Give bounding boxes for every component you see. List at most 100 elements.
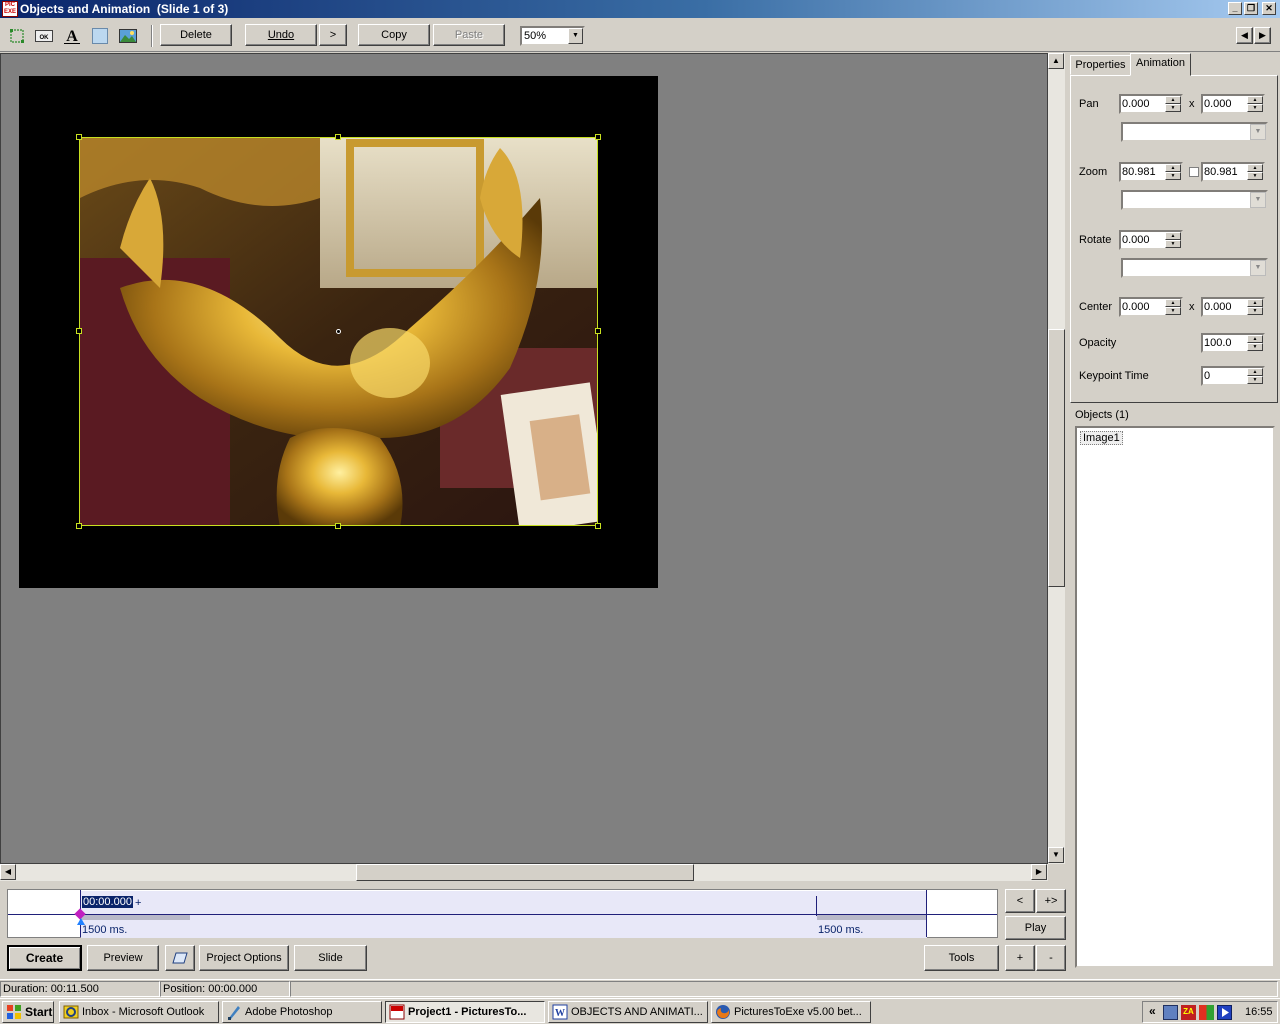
taskbar-item-word-document[interactable]: W OBJECTS AND ANIMATI... — [548, 1001, 708, 1023]
minimize-button[interactable]: _ — [1228, 2, 1242, 15]
pan-y-spinner[interactable]: ▲ ▼ — [1247, 96, 1263, 112]
status-duration: Duration: 00:11.500 — [0, 981, 160, 997]
prev-slide-button[interactable]: ◀ — [1236, 27, 1253, 44]
remove-keypoint-button[interactable]: - — [1036, 945, 1066, 971]
delete-button[interactable]: Delete — [160, 24, 232, 46]
create-button[interactable]: Create — [7, 945, 82, 971]
vertical-scroll-thumb[interactable] — [1048, 329, 1065, 587]
vertical-scrollbar[interactable]: ▲ ▼ — [1048, 53, 1065, 864]
resize-handle-w[interactable] — [76, 328, 82, 334]
play-button[interactable]: Play — [1005, 916, 1066, 940]
ok-button-icon[interactable]: OK — [35, 27, 53, 45]
scroll-right-icon[interactable]: ▶ — [1031, 864, 1047, 880]
pan-x-input[interactable]: 0.000 ▲ ▼ — [1119, 94, 1183, 114]
pan-x-spinner[interactable]: ▲ ▼ — [1165, 96, 1181, 112]
opacity-input[interactable]: 100.0 ▲ ▼ — [1201, 333, 1265, 353]
add-keypoint-button[interactable]: + — [1005, 945, 1035, 971]
keypoint-time-spinner[interactable]: ▲ ▼ — [1247, 368, 1263, 384]
horizontal-scroll-thumb[interactable] — [356, 864, 694, 881]
timeline-transition-marker[interactable] — [816, 896, 817, 916]
slides-icon — [172, 952, 188, 964]
resize-handle-se[interactable] — [595, 523, 601, 529]
objects-list[interactable]: Image1 — [1075, 426, 1275, 968]
resize-handle-sw[interactable] — [76, 523, 82, 529]
opacity-spinner[interactable]: ▲ ▼ — [1247, 335, 1263, 351]
security-icon[interactable] — [1199, 1005, 1214, 1020]
rectangle-icon[interactable] — [8, 27, 26, 45]
rotate-label: Rotate — [1079, 234, 1112, 246]
taskbar-item-photoshop[interactable]: Adobe Photoshop — [222, 1001, 382, 1023]
slide-options-button[interactable]: Slide — [294, 945, 367, 971]
text-icon[interactable]: A — [63, 27, 81, 45]
clock[interactable]: 16:55 — [1245, 1006, 1273, 1018]
keypoint-time-input[interactable]: 0 ▲ ▼ — [1201, 366, 1265, 386]
center-point[interactable] — [336, 329, 341, 334]
tray-expand-icon[interactable]: « — [1149, 1004, 1156, 1018]
properties-panel: Properties Animation Pan 0.000 ▲ ▼ x 0.00… — [1068, 53, 1280, 978]
media-player-icon[interactable] — [1217, 1005, 1232, 1020]
taskbar-item-firefox[interactable]: PicturesToExe v5.00 bet... — [711, 1001, 871, 1023]
chevron-down-icon[interactable]: ▼ — [1250, 192, 1266, 208]
prev-keypoint-button[interactable]: < — [1005, 889, 1035, 913]
outlook-icon — [63, 1005, 79, 1019]
close-button[interactable]: ✕ — [1262, 2, 1276, 15]
list-item[interactable]: Image1 — [1080, 431, 1123, 445]
tab-properties[interactable]: Properties — [1070, 55, 1131, 75]
taskbar-item-picturestoexe-project[interactable]: Project1 - PicturesTo... — [385, 1001, 545, 1023]
pan-easing-select[interactable]: ▼ — [1121, 122, 1268, 142]
restore-button[interactable]: ❐ — [1244, 2, 1258, 15]
timeline-right-duration: 1500 ms. — [818, 924, 864, 936]
image-icon[interactable] — [119, 27, 137, 45]
timeline-current-time[interactable]: 00:00.000 — [82, 896, 133, 908]
paste-button[interactable]: Paste — [433, 24, 505, 46]
next-slide-button[interactable]: ▶ — [1254, 27, 1271, 44]
frame-icon[interactable] — [91, 27, 109, 45]
pan-x-separator: x — [1189, 98, 1195, 110]
pan-y-input[interactable]: 0.000 ▲ ▼ — [1201, 94, 1265, 114]
resize-handle-e[interactable] — [595, 328, 601, 334]
redo-button[interactable]: > — [319, 24, 347, 46]
zonealarm-icon[interactable]: ZA — [1181, 1005, 1196, 1020]
chevron-down-icon[interactable]: ▼ — [1250, 124, 1266, 140]
timeline-end-marker[interactable] — [926, 890, 927, 937]
center-x-input[interactable]: 0.000 ▲ ▼ — [1119, 297, 1183, 317]
center-y-input[interactable]: 0.000 ▲ ▼ — [1201, 297, 1265, 317]
project-options-button[interactable]: Project Options — [199, 945, 289, 971]
zoom-x-spinner[interactable]: ▲ ▼ — [1165, 164, 1181, 180]
slide-canvas[interactable] — [19, 76, 658, 588]
zoom-select[interactable]: 50% ▼ — [520, 26, 585, 46]
slide-list-button[interactable] — [165, 945, 195, 971]
undo-button[interactable]: Undo — [245, 24, 317, 46]
resize-handle-s[interactable] — [335, 523, 341, 529]
rotate-input[interactable]: 0.000 ▲ ▼ — [1119, 230, 1183, 250]
center-y-spinner[interactable]: ▲ ▼ — [1247, 299, 1263, 315]
resize-handle-n[interactable] — [335, 134, 341, 140]
preview-button[interactable]: Preview — [87, 945, 159, 971]
copy-button[interactable]: Copy — [358, 24, 430, 46]
canvas-area[interactable] — [0, 53, 1048, 864]
center-x-spinner[interactable]: ▲ ▼ — [1165, 299, 1181, 315]
next-keypoint-button[interactable]: +> — [1036, 889, 1066, 913]
chevron-down-icon[interactable]: ▼ — [1250, 260, 1266, 276]
resize-handle-ne[interactable] — [595, 134, 601, 140]
scroll-down-icon[interactable]: ▼ — [1048, 847, 1064, 863]
zoom-easing-select[interactable]: ▼ — [1121, 190, 1268, 210]
scroll-left-icon[interactable]: ◀ — [0, 864, 16, 880]
start-button[interactable]: Start — [2, 1001, 54, 1023]
zoom-y-spinner[interactable]: ▲ ▼ — [1247, 164, 1263, 180]
horizontal-scrollbar[interactable]: ◀ ▶ — [0, 864, 1048, 881]
zoom-y-input[interactable]: 80.981 ▲ ▼ — [1201, 162, 1265, 182]
rotate-spinner[interactable]: ▲ ▼ — [1165, 232, 1181, 248]
app-icon[interactable]: PIC EXE — [2, 1, 18, 17]
scroll-up-icon[interactable]: ▲ — [1048, 53, 1064, 69]
taskbar-item-outlook[interactable]: Inbox - Microsoft Outlook — [59, 1001, 219, 1023]
rotate-easing-select[interactable]: ▼ — [1121, 258, 1268, 278]
zoom-lock-checkbox[interactable] — [1189, 167, 1199, 177]
timeline[interactable]: 00:00.000 + 1500 ms. 1500 ms. — [7, 889, 998, 938]
chevron-down-icon[interactable]: ▼ — [568, 28, 583, 44]
tab-animation[interactable]: Animation — [1130, 53, 1191, 76]
zoom-x-input[interactable]: 80.981 ▲ ▼ — [1119, 162, 1183, 182]
resize-handle-nw[interactable] — [76, 134, 82, 140]
network-icon[interactable] — [1163, 1005, 1178, 1020]
tools-button[interactable]: Tools — [924, 945, 999, 971]
